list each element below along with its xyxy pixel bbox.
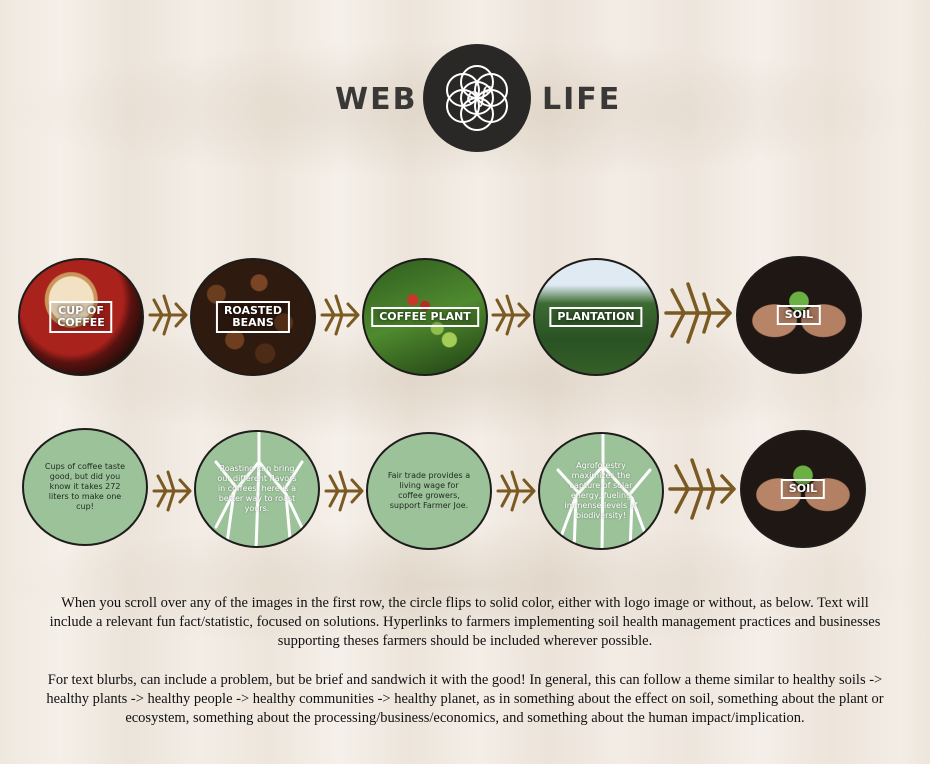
- description-paragraph-2: For text blurbs, can include a problem, …: [46, 672, 884, 726]
- logo-word-life: LIFE: [542, 82, 622, 117]
- logo-word-web: WEB: [335, 82, 418, 117]
- soil-image[interactable]: SOIL: [736, 256, 862, 374]
- roasted-beans-image[interactable]: ROASTED BEANS: [190, 258, 316, 376]
- root-arrow-icon: [668, 458, 736, 520]
- coffee-plant-blurb: Fair trade provides a living wage for co…: [387, 471, 471, 510]
- web-of-life-logo[interactable]: WEB of LIFE: [335, 44, 619, 152]
- coffee-plant-blurb-circle[interactable]: Fair trade provides a living wage for co…: [366, 432, 492, 550]
- cup-of-coffee-blurb-circle[interactable]: Cups of coffee taste good, but did you k…: [22, 428, 148, 546]
- description-paragraph-1: When you scroll over any of the images i…: [49, 595, 881, 649]
- root-arrow-icon: [324, 470, 364, 512]
- roasted-beans-blurb: Roasting can bring out different flavors…: [217, 464, 297, 513]
- logo-of-glyph: of: [466, 84, 488, 109]
- plantation-blurb: Agroforestry maximizes the capture of so…: [564, 461, 638, 520]
- cup-of-coffee-image[interactable]: CUP OF COFFEE: [18, 258, 144, 376]
- plantation-blurb-circle[interactable]: Agroforestry maximizes the capture of so…: [538, 432, 664, 550]
- root-arrow-icon: [491, 294, 531, 336]
- root-arrow-icon: [148, 294, 188, 336]
- coffee-plant-image[interactable]: COFFEE PLANT: [362, 258, 488, 376]
- roasted-beans-blurb-circle[interactable]: Roasting can bring out different flavors…: [194, 430, 320, 548]
- soil-label-2: SOIL: [780, 479, 826, 499]
- cup-of-coffee-blurb: Cups of coffee taste good, but did you k…: [44, 462, 126, 511]
- soil-label: SOIL: [776, 305, 822, 325]
- cup-of-coffee-label: CUP OF COFFEE: [49, 301, 113, 333]
- plantation-image[interactable]: PLANTATION: [533, 258, 659, 376]
- roasted-beans-label: ROASTED BEANS: [215, 301, 291, 333]
- flower-of-life-icon: of: [423, 44, 531, 152]
- root-arrow-icon: [152, 470, 192, 512]
- root-arrow-icon: [320, 294, 360, 336]
- root-arrow-icon: [496, 470, 536, 512]
- coffee-plant-label: COFFEE PLANT: [371, 307, 479, 327]
- root-arrow-icon: [664, 282, 732, 344]
- soil-image-2[interactable]: SOIL: [740, 430, 866, 548]
- plantation-label: PLANTATION: [549, 307, 643, 327]
